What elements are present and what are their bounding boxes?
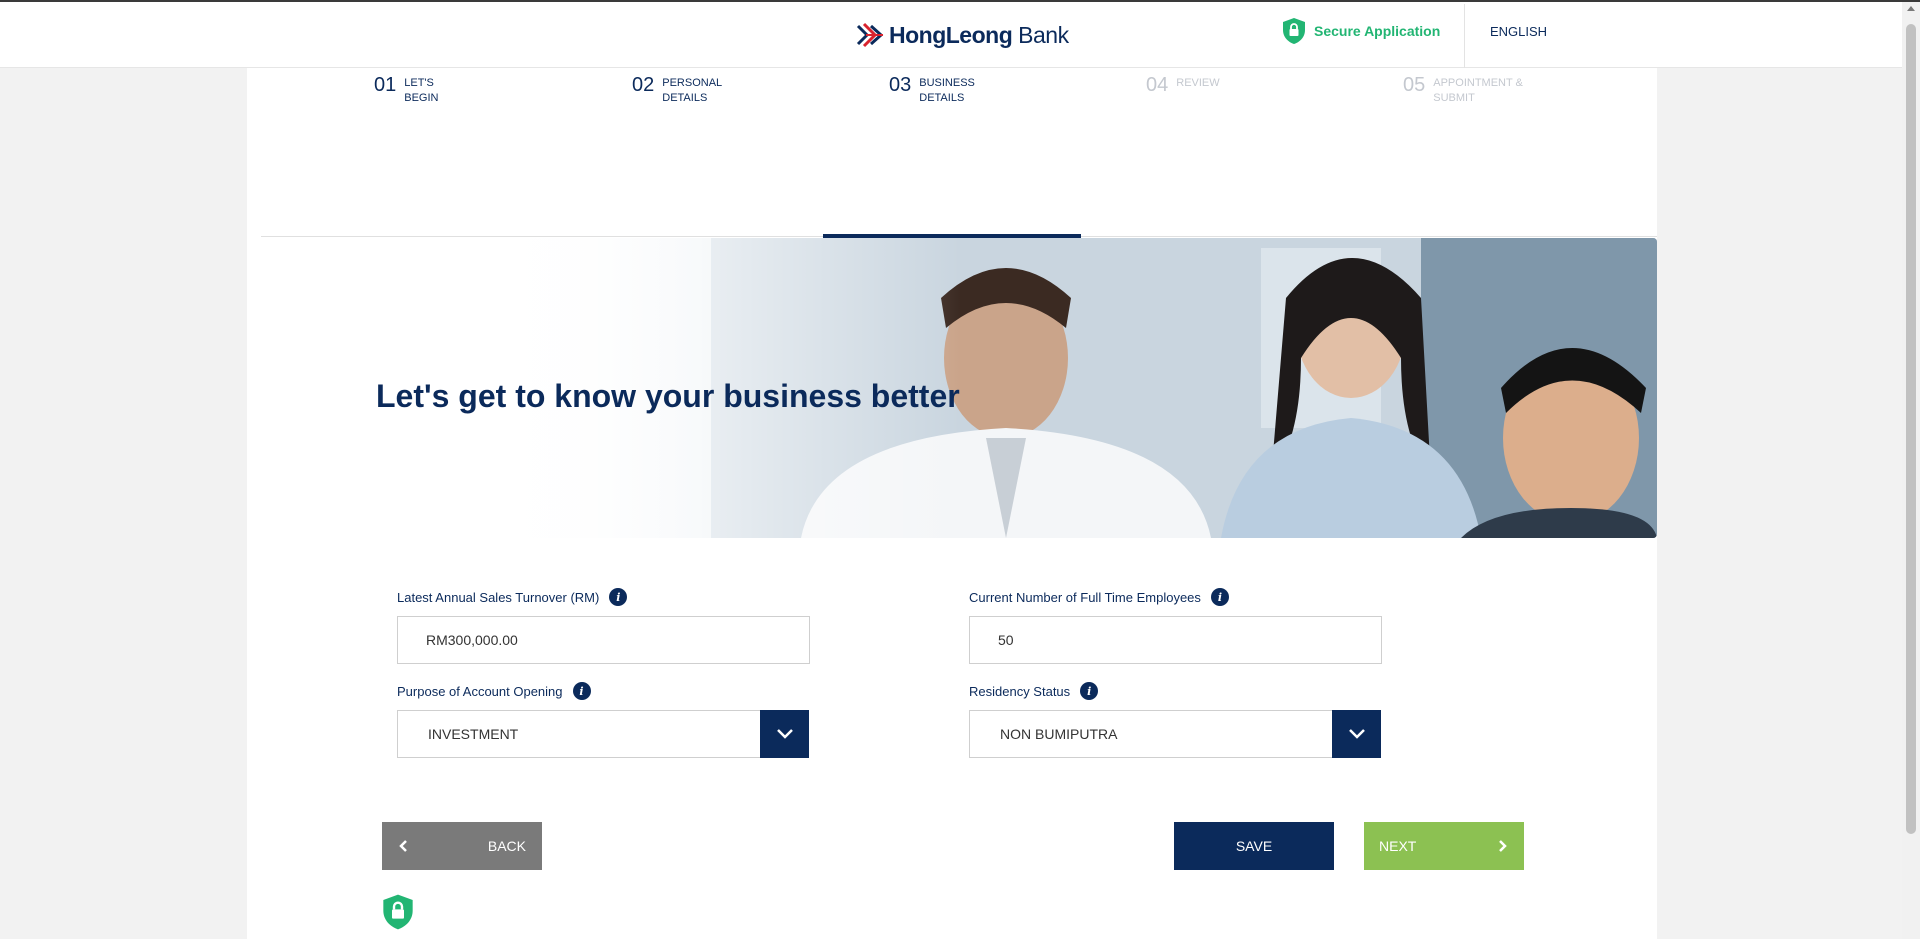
chevron-down-icon[interactable] [760,710,809,758]
back-button[interactable]: BACK [382,822,542,870]
info-icon[interactable]: i [609,588,628,606]
chevron-down-icon[interactable] [1332,710,1381,758]
save-button[interactable]: SAVE [1174,822,1334,870]
logo-text: HongLeong Bank [889,21,1069,48]
purpose-label: Purpose of Account Opening i [397,682,591,700]
save-button-label: SAVE [1235,838,1273,854]
next-button[interactable]: NEXT [1364,822,1524,870]
employees-label: Current Number of Full Time Employees i [969,588,1229,606]
step-number: 05 [1403,74,1426,96]
step-number: 01 [374,74,397,96]
employees-input[interactable]: 50 [969,616,1382,664]
step-label: Personal Details [662,77,723,104]
info-icon[interactable]: i [1080,682,1099,700]
secure-shield-icon [1283,18,1305,44]
step-label: Appointment & Submit [1433,77,1523,104]
step-label: Let's Begin [404,77,439,104]
secure-shield-icon [382,893,414,936]
step-number: 03 [889,74,912,96]
info-icon[interactable]: i [572,682,591,700]
purpose-selected-value: INVESTMENT [428,726,519,742]
step-number: 04 [1146,74,1169,96]
turnover-input[interactable]: RM300,000.00 [397,616,810,664]
back-button-label: BACK [487,838,526,854]
scrollbar-thumb[interactable] [1906,24,1916,834]
logo-mark-icon [856,22,884,48]
residency-selected-value: NON BUMIPUTRA [1000,726,1118,742]
secure-application-indicator: Secure Application [1282,17,1440,45]
hero-title: Let's get to know your business better [376,378,960,414]
vertical-scrollbar[interactable] [1902,2,1920,939]
scroll-up-arrow-icon[interactable] [1907,6,1915,11]
info-icon[interactable]: i [1210,588,1229,606]
turnover-label: Latest Annual Sales Turnover (RM) i [397,588,628,606]
step-lets-begin[interactable]: 01 Let's Begin [374,75,438,106]
next-button-label: NEXT [1379,838,1417,854]
language-selector[interactable]: ENGLISH [1490,24,1547,39]
step-appointment-submit: 05 Appointment & Submit [1403,75,1523,106]
step-personal-details[interactable]: 02 Personal Details [632,75,722,106]
residency-select[interactable]: NON BUMIPUTRA [969,710,1381,758]
secure-application-label: Secure Application [1314,23,1441,39]
chevron-right-icon [1499,840,1507,852]
chevron-left-icon [399,840,407,852]
step-review: 04 Review [1146,75,1220,95]
hong-leong-bank-logo[interactable]: HongLeong Bank [855,19,1069,51]
top-header: HongLeong Bank Secure Application ENGLIS… [0,2,1902,68]
residency-label: Residency Status i [969,682,1099,700]
purpose-select[interactable]: INVESTMENT [397,710,809,758]
step-label: Business Details [919,77,975,104]
step-business-details[interactable]: 03 Business Details [889,75,975,106]
header-divider [1464,4,1465,68]
step-label: Review [1176,77,1220,89]
step-number: 02 [632,74,655,96]
